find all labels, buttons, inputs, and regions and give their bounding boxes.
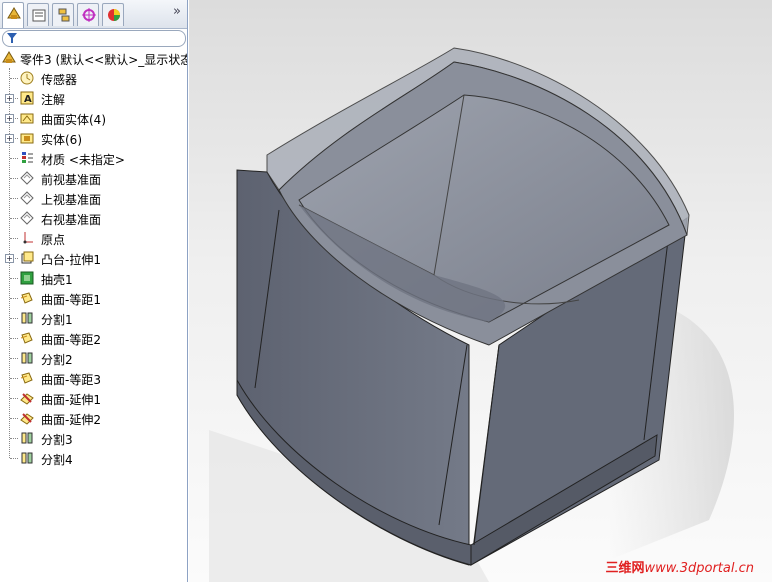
tree-item[interactable]: 前视基准面 [0,168,187,188]
tree-item-label: 实体(6) [41,133,82,147]
feature-manager-panel: » 零件3 (默认<<默认>_显示状态传感器 + A 注解 + 曲面实体(4) + 实体(6)… [0,0,193,582]
svg-text:A: A [24,94,32,105]
tree-item[interactable]: 曲面-延伸1 [0,388,187,408]
annotation-icon: A [19,90,35,106]
plane-icon [19,210,35,226]
tree-item[interactable]: 原点 [0,228,187,248]
boss-extrude-icon [19,250,35,266]
feature-manager-tab[interactable] [2,2,24,28]
root-part-icon [1,50,17,66]
tree-item-label: 分割2 [41,353,73,367]
tree-item-label: 曲面-等距1 [41,293,101,307]
sensor-icon [19,70,35,86]
extend-surface-icon [19,410,35,426]
tree-item[interactable]: 分割3 [0,428,187,448]
configuration-manager-icon [58,8,70,22]
tree-item[interactable]: 曲面-等距3 [0,368,187,388]
graphics-viewport[interactable]: 三维网www.3dportal.cn [189,0,772,582]
tree-item[interactable]: 右视基准面 [0,208,187,228]
display-manager-tab[interactable] [102,3,124,26]
tree-item[interactable]: + 凸台-拉伸1 [0,248,187,268]
watermark: 三维网www.3dportal.cn [605,561,754,576]
plane-icon [19,190,35,206]
split-icon [19,350,35,366]
tree-item[interactable]: 上视基准面 [0,188,187,208]
tree-item[interactable]: + A 注解 [0,88,187,108]
tree-item-label: 原点 [41,233,66,247]
origin-icon [19,230,35,246]
expand-toggle[interactable]: + [5,134,14,143]
solid-bodies-icon [19,130,35,146]
tree-item[interactable]: 曲面-等距1 [0,288,187,308]
filter-icon [7,33,17,43]
feature-tree: 零件3 (默认<<默认>_显示状态传感器 + A 注解 + 曲面实体(4) + 实体(6) 材质… [0,48,187,468]
tree-item-label: 右视基准面 [41,213,102,227]
tree-item-label: 抽壳1 [41,273,73,287]
offset-surface-icon [19,290,35,306]
tree-item[interactable]: 曲面-延伸2 [0,408,187,428]
tree-item-label: 曲面-等距3 [41,373,101,387]
more-tabs-button[interactable]: » [173,4,181,19]
property-manager-tab[interactable] [27,3,49,26]
tree-item-label: 分割1 [41,313,73,327]
tree-item[interactable]: 曲面-等距2 [0,328,187,348]
tree-item-label: 凸台-拉伸1 [41,253,101,267]
tree-item-label: 分割3 [41,433,73,447]
panel-tab-bar: » [0,0,187,29]
tree-item[interactable]: 分割4 [0,448,187,468]
tree-item-label: 曲面-延伸1 [41,393,101,407]
tree-item-label: 分割4 [41,453,73,467]
tree-item[interactable]: + 实体(6) [0,128,187,148]
shell-icon [19,270,35,286]
extend-surface-icon [19,390,35,406]
tree-item[interactable]: 材质 <未指定> [0,148,187,168]
display-manager-icon [108,9,120,21]
tree-item[interactable]: 分割2 [0,348,187,368]
tree-root-part[interactable]: 零件3 (默认<<默认>_显示状态 [0,48,187,68]
tree-item-label: 注解 [41,93,66,107]
property-manager-icon [32,9,46,22]
split-icon [19,310,35,326]
surface-bodies-icon [19,110,35,126]
tree-item-label: 曲面实体(4) [41,113,106,127]
offset-surface-icon [19,370,35,386]
tree-item-label: 零件3 (默认<<默认>_显示状态 [20,53,187,67]
tree-item[interactable]: 分割1 [0,308,187,328]
expand-toggle[interactable]: + [5,254,14,263]
tree-item-label: 上视基准面 [41,193,102,207]
tree-item-label: 传感器 [41,73,78,87]
offset-surface-icon [19,330,35,346]
dimxpert-icon [82,8,96,22]
tree-item-label: 曲面-等距2 [41,333,101,347]
tree-item-label: 曲面-延伸2 [41,413,101,427]
tree-filter-input[interactable] [2,30,186,47]
expand-toggle[interactable]: + [5,114,14,123]
feature-manager-icon [7,7,21,19]
dimxpert-tab[interactable] [77,3,99,26]
tree-item[interactable]: 传感器 [0,68,187,88]
material-icon [19,150,35,166]
expand-toggle[interactable]: + [5,94,14,103]
part-model [209,47,734,582]
tree-item[interactable]: 抽壳1 [0,268,187,288]
split-icon [19,450,35,466]
split-icon [19,430,35,446]
tree-item[interactable]: + 曲面实体(4) [0,108,187,128]
configuration-manager-tab[interactable] [52,3,74,26]
tree-item-label: 前视基准面 [41,173,102,187]
tree-item-label: 材质 <未指定> [41,153,125,167]
plane-icon [19,170,35,186]
